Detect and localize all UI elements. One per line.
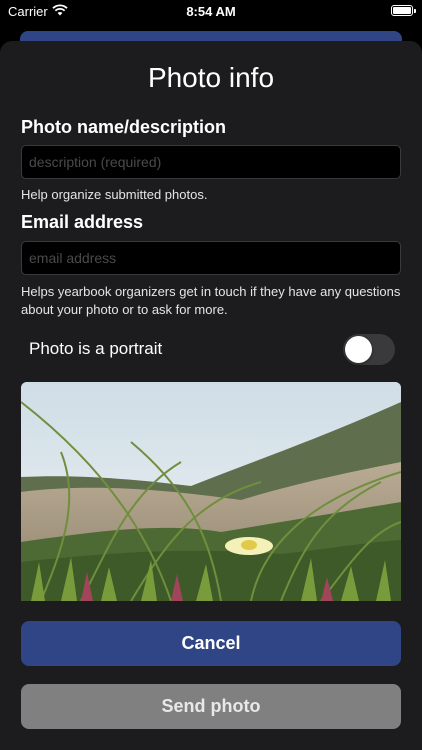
portrait-toggle-label: Photo is a portrait bbox=[29, 339, 163, 358]
photo-preview bbox=[21, 382, 401, 601]
status-bar: Carrier 8:54 AM bbox=[0, 0, 422, 24]
email-label: Email address bbox=[21, 212, 144, 232]
battery-icon bbox=[391, 5, 416, 16]
photo-name-label: Photo name/description bbox=[21, 117, 227, 137]
portrait-toggle[interactable] bbox=[343, 334, 395, 365]
photo-name-help: Help organize submitted photos. bbox=[21, 187, 208, 202]
toggle-knob bbox=[345, 336, 372, 363]
photo-name-input[interactable] bbox=[21, 145, 401, 179]
email-input[interactable] bbox=[21, 241, 401, 275]
cancel-button[interactable]: Cancel bbox=[21, 621, 401, 666]
status-time: 8:54 AM bbox=[186, 4, 236, 19]
sheet-title: Photo info bbox=[147, 62, 275, 93]
email-help: Helps yearbook organizers get in touch i… bbox=[21, 284, 401, 317]
photo-image bbox=[21, 382, 401, 601]
send-photo-button[interactable]: Send photo bbox=[21, 684, 401, 729]
